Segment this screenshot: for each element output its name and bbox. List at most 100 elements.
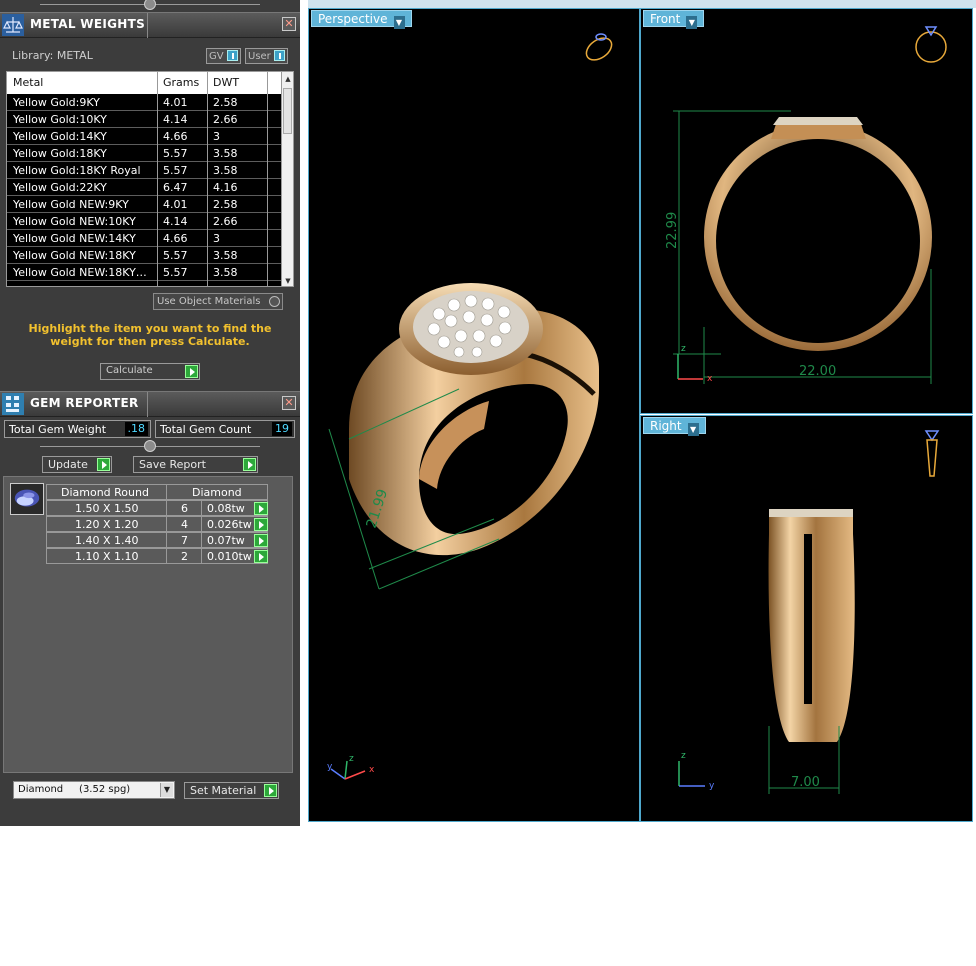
metal-table[interactable]: Metal Grams DWT Yellow Gold:9KY 4.01 2.58 Y… — [6, 71, 294, 287]
perspective-view-label[interactable]: Perspective ▼ — [311, 10, 412, 29]
slider-knob[interactable] — [144, 0, 156, 10]
front-ring-render: 22.99 22.00 z x — [665, 26, 947, 384]
chevron-down-icon[interactable]: ▼ — [393, 16, 405, 29]
toggle-indicator-icon — [226, 50, 238, 61]
viewport-tabs-strip — [308, 0, 976, 8]
save-report-button[interactable]: Save Report — [133, 456, 258, 473]
table-row[interactable]: 1.10 X 1.10 2 0.010tw — [46, 548, 268, 564]
cell-size: 1.10 X 1.10 — [75, 550, 139, 563]
set-material-button[interactable]: Set Material — [184, 782, 279, 799]
play-icon — [185, 365, 198, 378]
right-viewport[interactable]: Right ▼ 7.00 z y — [640, 415, 973, 822]
cell-size: 1.20 X 1.20 — [75, 518, 139, 531]
cell-metal: Yellow Gold NEW:14KY — [13, 232, 136, 245]
table-row[interactable]: Yellow Gold NEW:14KY 4.66 3 — [7, 230, 283, 247]
cell-dwt: 3 — [213, 130, 220, 143]
play-icon[interactable] — [254, 534, 268, 547]
scroll-up-icon[interactable]: ▲ — [283, 74, 293, 84]
total-gem-weight-value: .18 — [124, 422, 148, 436]
svg-text:y: y — [709, 781, 715, 791]
cell-dwt: 2.58 — [213, 96, 238, 109]
svg-text:y: y — [327, 762, 333, 772]
close-icon[interactable]: ✕ — [282, 396, 296, 410]
cell-dwt: 2.58 — [213, 198, 238, 211]
metal-table-scrollbar[interactable]: ▲ ▼ — [281, 72, 293, 286]
cell-metal: Yellow Gold:10KY — [13, 113, 107, 126]
radio-icon[interactable] — [269, 296, 280, 307]
chevron-down-icon[interactable]: ▼ — [160, 783, 173, 797]
front-width-dimension: 22.00 — [799, 364, 836, 379]
scroll-thumb[interactable] — [283, 88, 292, 134]
cell-count: 4 — [181, 518, 188, 531]
chevron-down-icon[interactable]: ▼ — [686, 16, 698, 29]
table-row[interactable]: Yellow Gold:9KY 4.01 2.58 — [7, 94, 283, 111]
table-row[interactable]: 1.40 X 1.40 7 0.07tw — [46, 532, 268, 548]
perspective-viewport[interactable]: Perspective ▼ 21.99 y z x — [308, 8, 640, 822]
cell-metal: Yellow Gold NEW:10KY — [13, 215, 136, 228]
perspective-ring-render: 21.99 y z x — [327, 33, 613, 780]
left-panel: METAL WEIGHTS ✕ Library: METAL GV User M… — [0, 0, 300, 826]
update-label: Update — [48, 458, 88, 471]
gem-slider-knob[interactable] — [144, 440, 156, 452]
table-row[interactable]: 1.20 X 1.20 4 0.026tw — [46, 516, 268, 532]
calculate-button[interactable]: Calculate — [100, 363, 200, 380]
close-icon[interactable]: ✕ — [282, 17, 296, 31]
right-orientation-icon — [924, 430, 940, 477]
front-viewport[interactable]: Front ▼ 22.99 22.00 z x — [640, 8, 973, 414]
toggle-indicator-icon — [273, 50, 285, 61]
use-object-materials-label: Use Object Materials — [157, 296, 261, 307]
svg-text:x: x — [707, 374, 713, 384]
gem-reporter-title: GEM REPORTER — [30, 396, 139, 410]
toggle-gv[interactable]: GV — [206, 48, 241, 64]
front-view-label[interactable]: Front ▼ — [643, 10, 705, 29]
scroll-down-icon[interactable]: ▼ — [283, 276, 293, 286]
library-label: Library: METAL — [12, 49, 93, 62]
table-row[interactable]: Yellow Gold NEW:18KY 5.57 3.58 — [7, 247, 283, 264]
table-row[interactable]: 1.50 X 1.50 6 0.08tw — [46, 500, 268, 516]
table-row[interactable]: Yellow Gold NEW:18KY… 5.57 3.58 — [7, 264, 283, 281]
cell-grams: 4.14 — [163, 113, 188, 126]
table-row[interactable]: Yellow Gold NEW:9KY 4.01 2.58 — [7, 196, 283, 213]
diamond-gem-icon[interactable] — [10, 483, 44, 515]
col-metal[interactable]: Metal — [13, 76, 43, 89]
gem-table-header: Diamond Round Diamond — [46, 484, 268, 500]
cell-count: 2 — [181, 550, 188, 563]
table-row[interactable]: Yellow Gold:22KY 6.47 4.16 — [7, 179, 283, 196]
svg-text:z: z — [681, 344, 686, 354]
table-row[interactable]: Yellow Gold NEW:10KY 4.14 2.66 — [7, 213, 283, 230]
toggle-gv-label: GV — [209, 51, 224, 62]
material-select-value: Diamond (3.52 spg) — [18, 784, 131, 795]
table-row[interactable]: Yellow Gold:10KY 4.14 2.66 — [7, 111, 283, 128]
svg-text:x: x — [369, 765, 375, 775]
table-row[interactable]: Yellow Gold:18KY 5.57 3.58 — [7, 145, 283, 162]
update-button[interactable]: Update — [42, 456, 112, 473]
cell-grams: 4.66 — [163, 232, 188, 245]
cell-dwt: 3.58 — [213, 147, 238, 160]
use-object-materials-toggle[interactable]: Use Object Materials — [153, 293, 283, 310]
toggle-user[interactable]: User — [245, 48, 288, 64]
save-report-label: Save Report — [139, 458, 206, 471]
play-icon[interactable] — [254, 550, 268, 563]
panel-slider[interactable] — [0, 0, 300, 12]
front-orientation-icon — [915, 26, 947, 63]
col-dwt[interactable]: DWT — [213, 76, 239, 89]
cell-weight: 0.026tw — [207, 518, 252, 531]
cell-metal: Yellow Gold:14KY — [13, 130, 107, 143]
perspective-label-text: Perspective — [318, 12, 388, 26]
svg-text:z: z — [681, 751, 686, 761]
col-grams[interactable]: Grams — [163, 76, 199, 89]
chevron-down-icon[interactable]: ▼ — [687, 423, 699, 436]
cell-grams: 6.47 — [163, 181, 188, 194]
table-row[interactable]: Yellow Gold:14KY 4.66 3 — [7, 128, 283, 145]
right-ring-render: 7.00 z y — [678, 430, 940, 794]
material-select[interactable]: Diamond (3.52 spg) ▼ — [13, 781, 175, 799]
play-icon[interactable] — [254, 502, 268, 515]
cell-dwt: 2.66 — [213, 113, 238, 126]
gem-reporter-titlebar: GEM REPORTER ✕ — [0, 391, 300, 417]
play-icon[interactable] — [254, 518, 268, 531]
right-view-label[interactable]: Right ▼ — [643, 417, 706, 436]
table-row[interactable]: Yellow Gold:18KY Royal 5.57 3.58 — [7, 162, 283, 179]
cell-grams: 5.57 — [163, 147, 188, 160]
cell-size: 1.50 X 1.50 — [75, 502, 139, 515]
col-diamond-round: Diamond Round — [61, 486, 149, 499]
